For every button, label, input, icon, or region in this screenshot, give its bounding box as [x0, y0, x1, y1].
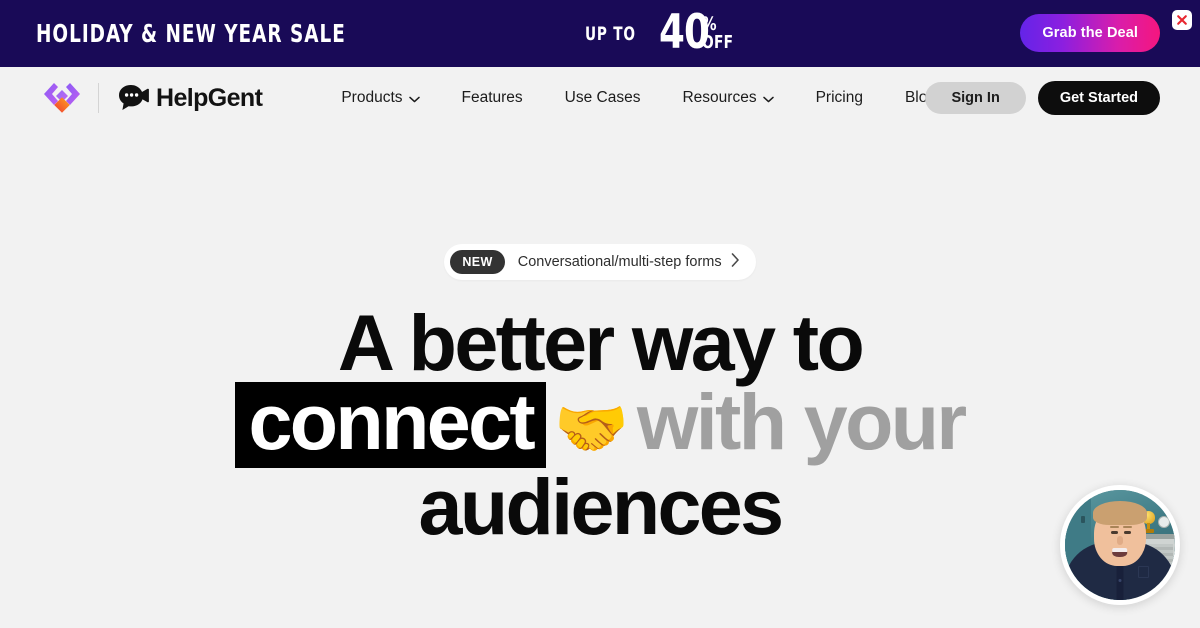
- person-hair: [1093, 501, 1147, 525]
- promo-off-label: OFF: [702, 31, 734, 53]
- promo-close-button[interactable]: [1172, 10, 1192, 30]
- person-teeth: [1112, 548, 1128, 552]
- headline-line-3: audiences: [418, 462, 784, 552]
- nav-label: Products: [341, 89, 403, 106]
- person-eye-right: [1124, 531, 1131, 534]
- promo-banner: HOLIDAY & NEW YEAR SALE UP TO 40 % OFF G…: [0, 0, 1200, 67]
- main-navigation: Products Features Use Cases Resources Pr…: [320, 82, 957, 114]
- video-thumbnail: [1065, 490, 1175, 600]
- promo-title: HOLIDAY & NEW YEAR SALE: [36, 19, 346, 48]
- headline-highlight-word: connect: [235, 382, 547, 469]
- sign-in-button[interactable]: Sign In: [925, 82, 1026, 114]
- headline-line-2: connect 🤝 with your: [235, 382, 967, 469]
- header-actions: Sign In Get Started: [925, 67, 1160, 129]
- announcement-text: Conversational/multi-step forms: [517, 254, 722, 270]
- site-header: HelpGent Products Features Use Cases Res…: [0, 67, 1200, 129]
- promo-discount-value: 40 % OFF: [659, 9, 740, 56]
- headline-line-1: A better way to: [337, 298, 865, 387]
- chevron-right-icon: [731, 252, 740, 272]
- helpgent-logo[interactable]: HelpGent: [117, 83, 263, 113]
- promo-up-to-label: UP TO: [585, 22, 636, 45]
- page-root: HOLIDAY & NEW YEAR SALE UP TO 40 % OFF G…: [0, 0, 1200, 628]
- video-bg-clock: [1158, 516, 1170, 528]
- person-eye-left: [1111, 531, 1118, 534]
- nav-item-use-cases[interactable]: Use Cases: [544, 83, 662, 113]
- video-bg-doorknob: [1081, 516, 1085, 523]
- hero-section: NEW Conversational/multi-step forms A be…: [0, 129, 1200, 628]
- new-badge: NEW: [450, 249, 505, 275]
- nav-item-pricing[interactable]: Pricing: [795, 83, 884, 113]
- handshake-emoji-icon: 🤝: [554, 394, 629, 462]
- headline-muted-text: with your: [636, 377, 967, 467]
- page-title: A better way to connect 🤝 with your audien…: [235, 298, 967, 552]
- chevron-down-icon: [762, 90, 774, 108]
- video-chat-bubble-icon: [117, 83, 149, 113]
- nav-item-products[interactable]: Products: [320, 82, 440, 114]
- person-brow-right: [1123, 526, 1132, 528]
- nav-label: Pricing: [815, 89, 863, 106]
- announcement-pill[interactable]: NEW Conversational/multi-step forms: [444, 244, 756, 280]
- person-brow-left: [1110, 526, 1119, 528]
- floating-video-avatar[interactable]: [1060, 485, 1180, 605]
- nav-item-resources[interactable]: Resources: [661, 82, 794, 114]
- nav-label: Resources: [682, 89, 757, 106]
- chevron-down-icon: [408, 90, 420, 108]
- nav-label: Features: [461, 89, 523, 106]
- close-x-icon: [1176, 14, 1188, 26]
- brand-divider: [98, 83, 99, 113]
- nav-item-features[interactable]: Features: [441, 83, 544, 113]
- promo-discount-group: UP TO 40 % OFF: [585, 0, 739, 67]
- brand-area[interactable]: HelpGent: [40, 79, 263, 117]
- person-shirt-pocket: [1138, 566, 1149, 578]
- get-started-button[interactable]: Get Started: [1037, 81, 1160, 115]
- brand-name: HelpGent: [156, 83, 263, 112]
- person-nose: [1117, 536, 1123, 545]
- nav-label: Use Cases: [564, 89, 641, 106]
- person-shirt-button: [1118, 579, 1122, 582]
- helpgent-diamond-mark-icon: [40, 79, 84, 117]
- promo-discount-suffix: % OFF: [702, 14, 739, 53]
- grab-the-deal-button[interactable]: Grab the Deal: [1020, 14, 1160, 52]
